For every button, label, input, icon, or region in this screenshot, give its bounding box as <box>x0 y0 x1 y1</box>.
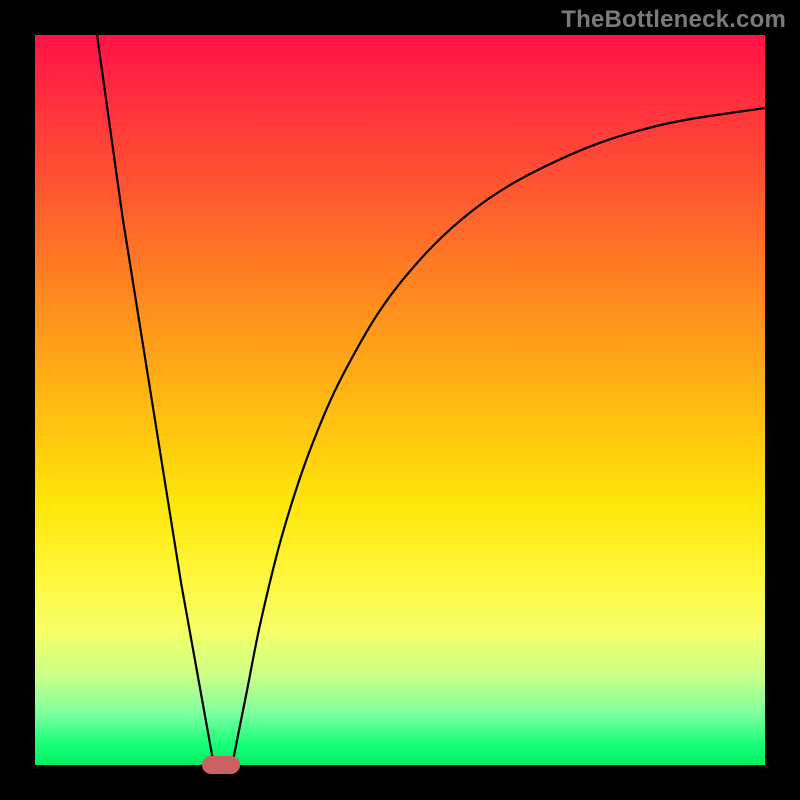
plot-area <box>35 35 765 765</box>
chart-frame: TheBottleneck.com <box>0 0 800 800</box>
minimum-marker <box>202 756 240 774</box>
watermark-text: TheBottleneck.com <box>561 6 786 34</box>
left-branch-line <box>97 35 214 765</box>
chart-curve <box>35 35 765 765</box>
right-branch-line <box>232 108 765 765</box>
